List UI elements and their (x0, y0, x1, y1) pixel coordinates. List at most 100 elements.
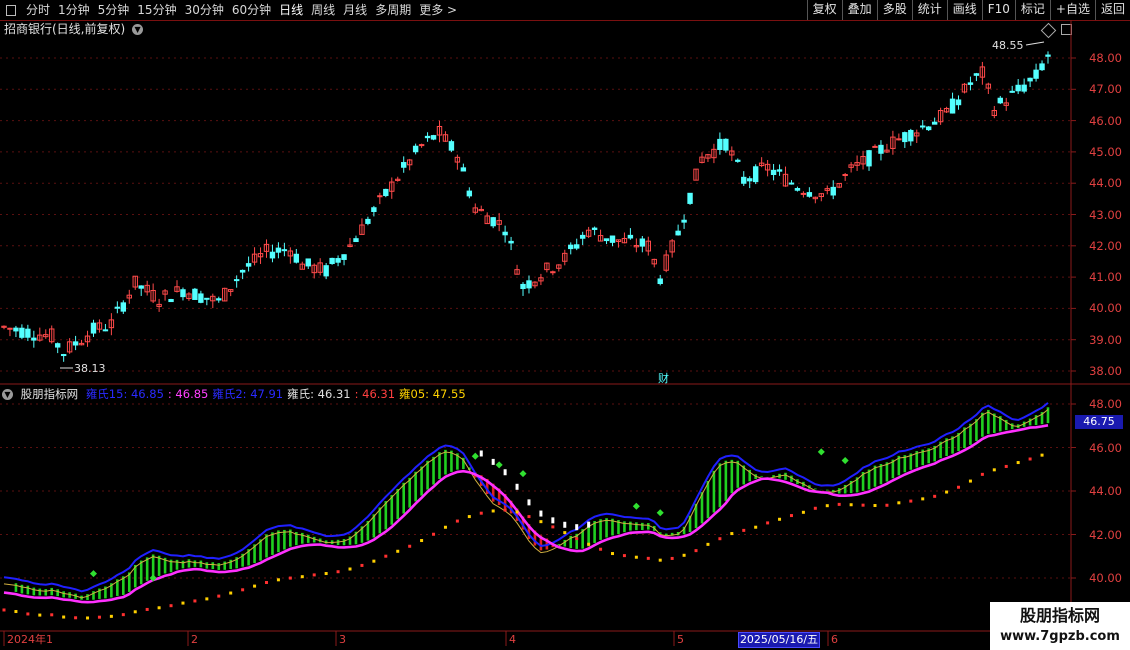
legend-item-3: 雍氏: 46.31 (287, 387, 351, 401)
price-tick-label: 38.00 (1089, 364, 1122, 378)
signal-dot (360, 563, 364, 567)
signal-diamond (471, 452, 479, 460)
white-marker (479, 450, 483, 457)
signal-dot (837, 502, 841, 506)
candle-body (681, 219, 687, 223)
time-label: 2 (191, 633, 198, 646)
candle-body (341, 254, 347, 260)
white-marker (563, 521, 567, 528)
time-label: 6 (831, 633, 838, 646)
signal-dot (730, 532, 734, 536)
legend-item-4: : 46.31 (354, 387, 396, 401)
signal-dot (957, 485, 961, 489)
candle-body (466, 190, 473, 197)
signal-dot (479, 511, 483, 515)
white-marker (491, 458, 495, 465)
signal-dot (145, 607, 149, 611)
candle-body (281, 249, 288, 252)
candle-body (794, 188, 801, 191)
low-price-label: 38.13 (74, 362, 106, 375)
signal-dot (563, 531, 567, 535)
signal-dot (455, 519, 459, 523)
candle-body (72, 341, 79, 346)
candle-body (180, 289, 186, 298)
signal-dot (670, 556, 674, 560)
indicator-tick-label: 44.00 (1089, 484, 1122, 498)
candle-body (717, 138, 723, 150)
candle-body (520, 283, 526, 290)
signal-dot (801, 510, 805, 514)
signal-diamond (495, 461, 503, 469)
price-tick-label: 48.00 (1089, 51, 1122, 65)
candle-body (735, 159, 741, 162)
candle-body (460, 167, 467, 172)
candle-body (120, 302, 127, 312)
candle-body (657, 278, 663, 285)
time-label: 2024年1 (7, 632, 53, 646)
candle-body (842, 174, 848, 177)
candle-body (639, 238, 646, 247)
price-tick-label: 42.00 (1089, 238, 1122, 253)
white-marker (527, 499, 531, 506)
kline-chart-canvas[interactable]: 48.55 38.13 财 2024年1 2 3 4 5 6 (0, 0, 1130, 650)
finance-event-marker: 财 (658, 371, 669, 385)
signal-dot (157, 606, 161, 610)
signal-dot (384, 554, 388, 558)
signal-dot (933, 494, 937, 498)
signal-dot (873, 504, 877, 508)
signal-dot (467, 515, 471, 519)
signal-dot (97, 615, 101, 619)
signal-dot (133, 610, 137, 614)
signal-dot (241, 588, 245, 592)
signal-dot (1028, 457, 1032, 461)
candle-body (609, 235, 616, 243)
candle-body (931, 121, 938, 125)
signal-dot (50, 613, 54, 617)
signal-dot (742, 528, 746, 532)
indicator-tick-label: 42.00 (1089, 527, 1122, 542)
candle-body (305, 258, 311, 267)
signal-dot (26, 612, 30, 616)
signal-dot (74, 616, 78, 620)
candle-body (204, 297, 210, 300)
indicator-tick-label: 40.00 (1089, 571, 1122, 585)
candle-body (526, 280, 532, 289)
price-tick-label: 46.00 (1089, 113, 1122, 128)
legend-item-5: 雍05: 47.55 (399, 387, 466, 401)
signal-dot (432, 532, 436, 536)
candle-body (997, 97, 1003, 104)
candle-body (102, 329, 109, 332)
candle-body (603, 238, 610, 242)
high-price-label: 48.55 (992, 39, 1024, 52)
candle-body (13, 327, 19, 332)
candle-body (752, 166, 759, 183)
candle-body (550, 271, 556, 274)
series-line-magenta (3, 424, 1049, 604)
candle-body (365, 218, 371, 224)
signal-dot (885, 503, 889, 507)
candle-body (490, 217, 496, 227)
candle-body (872, 145, 878, 148)
signal-dot (336, 570, 340, 574)
candle-body (1027, 77, 1033, 82)
watermark-title: 股朋指标网 (1019, 606, 1100, 625)
candle-body (902, 132, 908, 143)
signal-dot (1040, 453, 1044, 457)
indicator-name: 股朋指标网 (20, 387, 79, 401)
signal-dot (825, 504, 829, 508)
candle-body (54, 343, 61, 348)
signal-dot (587, 542, 591, 546)
signal-dot (288, 576, 292, 580)
candle-body (7, 327, 13, 330)
signal-dot (980, 472, 984, 476)
legend-item-2: 雍氏2: 47.91 (212, 387, 284, 401)
chevron-down-icon[interactable]: ▼ (2, 389, 13, 400)
signal-dot (181, 601, 185, 605)
signal-dot (348, 567, 352, 571)
legend-item-1: : 46.85 (167, 387, 209, 401)
signal-dot (312, 573, 316, 577)
candle-body (401, 162, 407, 168)
signal-dot (276, 578, 280, 582)
signal-diamond (841, 457, 849, 465)
candle-body (353, 238, 359, 243)
